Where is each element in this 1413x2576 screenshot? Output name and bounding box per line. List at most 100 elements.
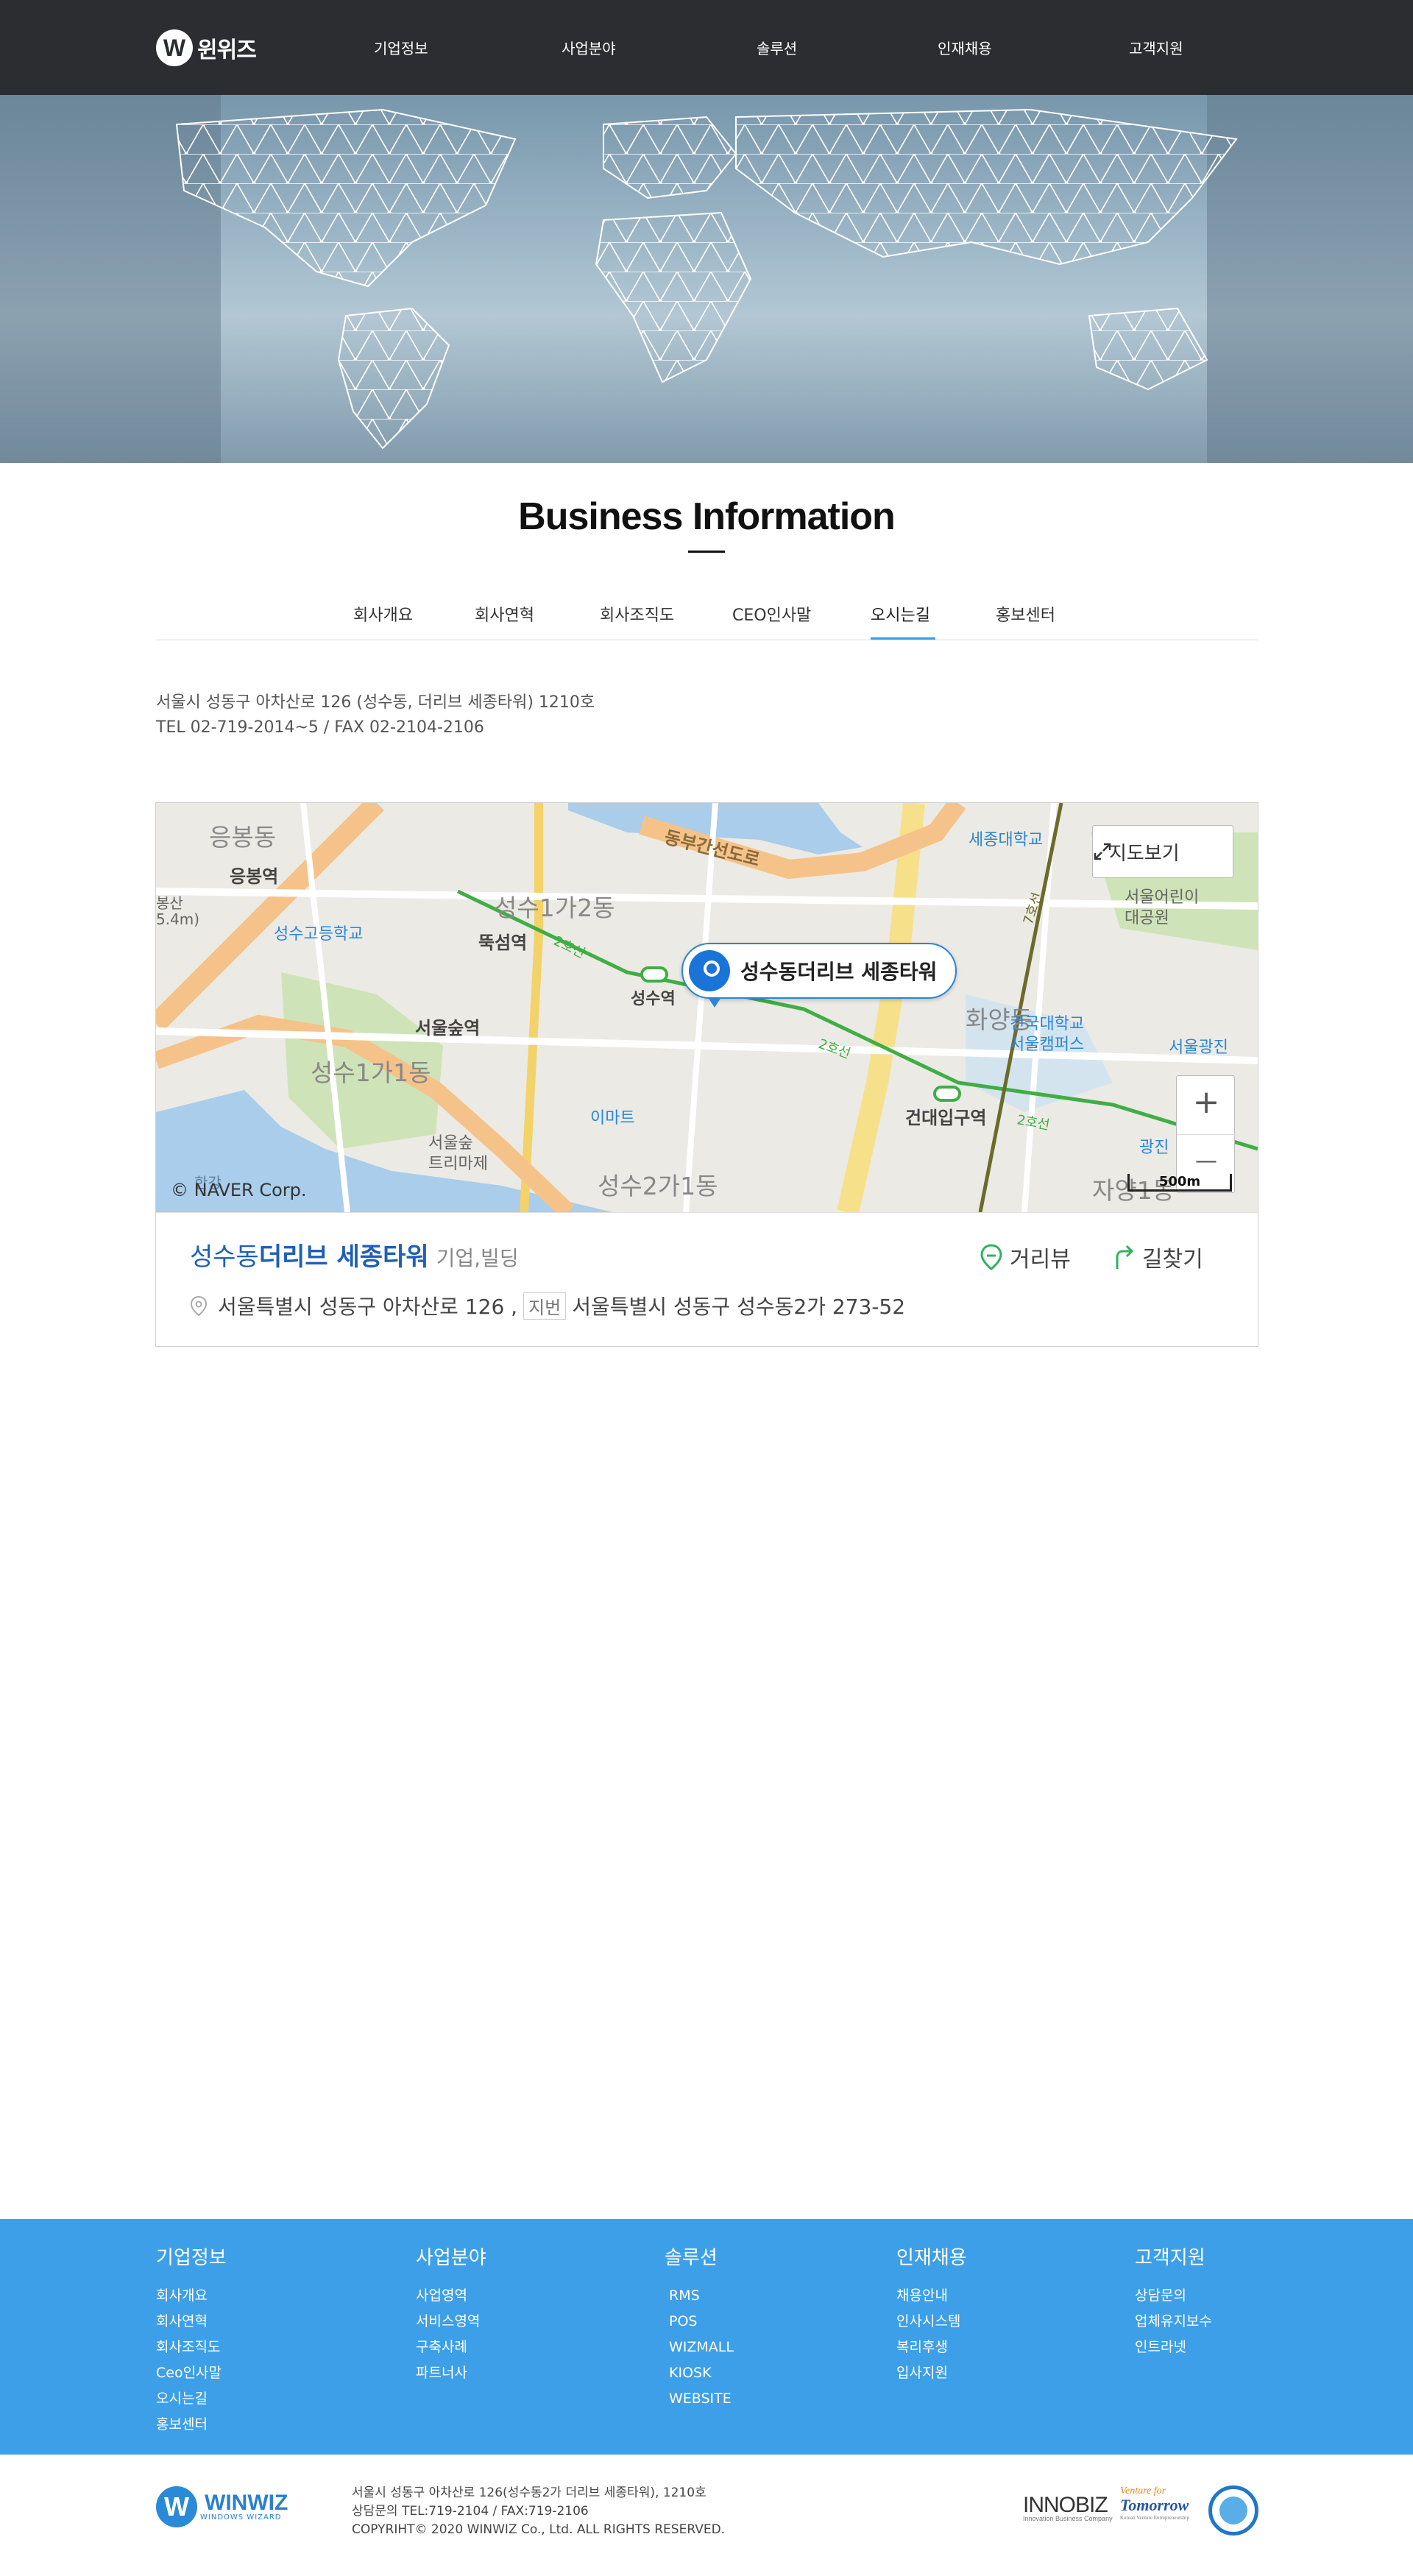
site-header: W 윈위즈 기업정보 사업분야 솔루션 인재채용 고객지원 — [0, 0, 1413, 95]
pin-label: 성수동더리브 세종타워 — [740, 960, 938, 984]
footer-logo-mark: W — [156, 2486, 197, 2527]
nav-item-business[interactable]: 사업분야 — [562, 37, 616, 58]
innobiz-sub: Innovation Business Company — [1023, 2515, 1113, 2522]
footer-link[interactable]: WEBSITE — [669, 2386, 734, 2412]
footer-link[interactable]: 회사조직도 — [156, 2335, 227, 2360]
footer-sitemap: 기업정보 회사개요 회사연혁 회사조직도 Ceo인사말 오시는길 홍보센터 사업… — [0, 2219, 1413, 2455]
venture-main: Tomorrow — [1120, 2496, 1189, 2514]
nav-item-solution[interactable]: 솔루션 — [757, 37, 797, 58]
sub-tabs: 회사개요 회사연혁 회사조직도 CEO인사말 오시는길 홍보센터 — [156, 589, 1258, 640]
expand-icon — [1094, 843, 1111, 860]
map-label-bongsan: 봉산 — [156, 894, 183, 912]
map-label-seoul-campus: 서울캠퍼스 — [1010, 1036, 1085, 1054]
footer-link[interactable]: 채용안내 — [896, 2283, 967, 2309]
certification-seal-icon — [1208, 2485, 1258, 2536]
map-label-gwangjin-2: 광진 — [1139, 1139, 1169, 1157]
map-canvas[interactable]: 응봉동 응봉역 봉산 5.4m) 성수고등학교 뚝섬역 성수1가2동 성수역 서… — [156, 803, 1258, 1212]
footer-link[interactable]: 파트너사 — [416, 2360, 486, 2386]
place-info-panel: 성수동더리브 세종타워 기업,빌딩 거리뷰 길찾기 서울특별시 성동구 아차산로 … — [156, 1212, 1258, 1346]
nav-item-recruit[interactable]: 인재채용 — [938, 37, 992, 58]
footer-col-title[interactable]: 기업정보 — [156, 2243, 227, 2270]
footer-col-title[interactable]: 사업분야 — [416, 2243, 486, 2270]
footer-link[interactable]: 회사연혁 — [156, 2309, 227, 2335]
road-address: 서울특별시 성동구 아차산로 126 , — [218, 1295, 518, 1319]
map-scale: 500m — [1127, 1174, 1232, 1192]
map-label-trimage: 트리마제 — [428, 1155, 488, 1173]
site-footer: W WINWIZ WINDOWS WIZARD 서울시 성동구 아차산로 126… — [0, 2455, 1413, 2576]
footer-col-company: 기업정보 회사개요 회사연혁 회사조직도 Ceo인사말 오시는길 홍보센터 — [156, 2243, 227, 2438]
place-category: 기업,빌딩 — [436, 1246, 519, 1270]
footer-company-info: 서울시 성동구 아차산로 126(성수동2가 더리브 세종타워), 1210호 … — [352, 2484, 725, 2539]
footer-link[interactable]: 홍보센터 — [156, 2412, 227, 2438]
footer-col-title[interactable]: 솔루션 — [665, 2243, 734, 2270]
place-name[interactable]: 성수동더리브 세종타워 기업,빌딩 — [190, 1236, 519, 1273]
footer-col-title[interactable]: 인재채용 — [896, 2243, 967, 2270]
footer-link[interactable]: 인트라넷 — [1135, 2335, 1212, 2360]
map-label-grand-park: 대공원 — [1125, 909, 1169, 927]
map-label-seongsu-1ga2: 성수1가2동 — [495, 894, 615, 922]
footer-link[interactable]: 회사개요 — [156, 2283, 227, 2309]
map-label-seongsu-1ga1: 성수1가1동 — [311, 1058, 431, 1087]
zoom-in-button[interactable]: + — [1177, 1083, 1236, 1121]
footer-link[interactable]: 입사지원 — [896, 2360, 967, 2386]
title-underline — [688, 551, 725, 553]
footer-logo-sub: WINDOWS WIZARD — [200, 2513, 282, 2522]
footer-link[interactable]: 인사시스템 — [896, 2309, 967, 2335]
footer-copyright: COPYRIHT© 2020 WINWIZ Co., Ltd. ALL RIGH… — [352, 2522, 726, 2537]
tab-pr-center[interactable]: 홍보센터 — [996, 602, 1055, 626]
nav-item-support[interactable]: 고객지원 — [1129, 37, 1183, 58]
footer-link[interactable]: 사업영역 — [416, 2283, 486, 2309]
location-icon — [190, 1295, 208, 1316]
footer-logo-text: WINWIZ — [205, 2490, 288, 2515]
footer-link[interactable]: 오시는길 — [156, 2386, 227, 2412]
hero-banner — [0, 95, 1413, 463]
footer-link[interactable]: Ceo인사말 — [156, 2360, 227, 2386]
place-address: 서울특별시 성동구 아차산로 126 , 지번 서울특별시 성동구 성수동2가 … — [190, 1291, 905, 1320]
footer-link[interactable]: 구축사례 — [416, 2335, 486, 2360]
footer-link[interactable]: RMS — [669, 2283, 734, 2309]
footer-col-business: 사업분야 사업영역 서비스영역 구축사례 파트너사 — [416, 2243, 486, 2386]
footer-link[interactable]: 업체유지보수 — [1135, 2309, 1212, 2335]
site-logo[interactable]: W 윈위즈 — [156, 29, 257, 66]
street-view-button[interactable]: 거리뷰 — [980, 1241, 1071, 1273]
tab-overview[interactable]: 회사개요 — [353, 602, 413, 626]
directions-label: 길찾기 — [1142, 1247, 1203, 1273]
tab-ceo-greeting[interactable]: CEO인사말 — [732, 602, 811, 626]
world-network-illustration — [0, 95, 1413, 463]
footer-col-title[interactable]: 고객지원 — [1135, 2243, 1212, 2270]
venture-badge: Venture for Tomorrow Korean Venture Entr… — [1120, 2485, 1189, 2521]
map-label-eungbong: 응봉동 — [209, 823, 277, 852]
directions-button[interactable]: 길찾기 — [1113, 1241, 1203, 1273]
zoom-divider — [1177, 1134, 1236, 1135]
map-label-sejong-univ: 세종대학교 — [968, 831, 1044, 849]
footer-link[interactable]: 서비스영역 — [416, 2309, 486, 2335]
map-copyright: © NAVER Corp. — [171, 1180, 307, 1200]
footer-link[interactable]: WIZMALL — [669, 2335, 734, 2360]
innobiz-badge: INNOBIZ Innovation Business Company — [1023, 2493, 1113, 2522]
tab-organization[interactable]: 회사조직도 — [600, 602, 674, 626]
nav-item-company[interactable]: 기업정보 — [374, 37, 428, 58]
footer-col-solution: 솔루션 RMS POS WIZMALL KIOSK WEBSITE — [665, 2243, 734, 2412]
view-map-button[interactable]: 지도보기 — [1092, 825, 1233, 878]
street-view-label: 거리뷰 — [1010, 1247, 1071, 1273]
map-label-seoulsup-station: 서울숲역 — [415, 1018, 481, 1038]
footer-link[interactable]: 복리후생 — [896, 2335, 967, 2360]
tab-directions[interactable]: 오시는길 — [871, 602, 930, 626]
jibun-address: 서울특별시 성동구 성수동2가 273-52 — [572, 1295, 906, 1319]
map-label-seongsu-station: 성수역 — [631, 990, 676, 1008]
footer-link[interactable]: KIOSK — [669, 2360, 734, 2386]
venture-sub: Korean Venture Entrepreneurship — [1120, 2515, 1189, 2521]
location-pin-bubble[interactable]: 성수동더리브 세종타워 — [681, 943, 957, 1008]
jibun-tag: 지번 — [523, 1292, 567, 1320]
footer-link[interactable]: POS — [669, 2309, 734, 2335]
company-address: 서울시 성동구 아차산로 126 (성수동, 더리브 세종타워) 1210호 — [156, 693, 595, 712]
logo-text: 윈위즈 — [197, 38, 257, 63]
active-tab-indicator — [871, 637, 935, 640]
place-name-prefix: 성수동 — [190, 1242, 259, 1272]
pin-tail — [708, 997, 721, 1008]
footer-logo[interactable]: W WINWIZ WINDOWS WIZARD — [156, 2486, 288, 2527]
map-label-gwangjin: 서울광진 — [1169, 1038, 1228, 1057]
footer-col-recruit: 인재채용 채용안내 인사시스템 복리후생 입사지원 — [896, 2243, 967, 2386]
footer-link[interactable]: 상담문의 — [1135, 2283, 1212, 2309]
tab-history[interactable]: 회사연혁 — [475, 602, 534, 626]
